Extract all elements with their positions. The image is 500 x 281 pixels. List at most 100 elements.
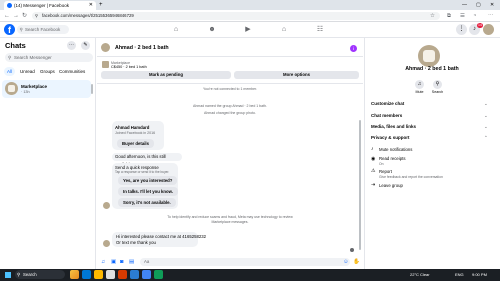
- chat-subtitle: · 13h: [21, 90, 30, 94]
- section-privacy-support[interactable]: Privacy & support: [371, 135, 410, 140]
- quick-reply-yes[interactable]: Yes, are you interested?: [118, 176, 178, 185]
- filter-communities[interactable]: Communities: [56, 67, 88, 76]
- chevron-down-icon[interactable]: ⌄: [484, 113, 488, 119]
- bell-off-icon: ♪: [371, 146, 374, 152]
- listing-title[interactable]: C$450 · 2 bed 1 bath: [111, 65, 147, 69]
- facebook-logo[interactable]: f: [4, 24, 15, 35]
- chevron-up-icon[interactable]: ⌃: [484, 135, 488, 141]
- watch-icon[interactable]: ▶: [242, 24, 254, 36]
- conversation-info-icon[interactable]: i: [350, 45, 357, 52]
- option-report[interactable]: Report: [379, 169, 392, 174]
- like-icon[interactable]: ✋: [353, 258, 360, 266]
- group-avatar: [418, 45, 440, 67]
- sticker-icon[interactable]: ◙: [120, 258, 123, 266]
- section-media-files[interactable]: Media, files and links: [371, 124, 416, 129]
- facebook-search-input[interactable]: ⚲ Search Facebook: [17, 25, 69, 34]
- search-icon: ⚲: [17, 272, 21, 277]
- microphone-icon[interactable]: ♫: [101, 258, 105, 266]
- app-icon[interactable]: [70, 270, 79, 279]
- messages-scrollbar[interactable]: [359, 120, 361, 250]
- maximize-button[interactable]: ▢: [476, 0, 481, 10]
- reload-icon[interactable]: ↻: [22, 10, 27, 22]
- option-mute-notifications[interactable]: Mute notifications: [379, 147, 412, 152]
- chat-list-scrollbar[interactable]: [91, 84, 93, 94]
- quick-reply-not-available[interactable]: Sorry, it's not available.: [118, 198, 176, 207]
- section-chat-members[interactable]: Chat members: [371, 113, 402, 118]
- filter-all[interactable]: All: [4, 67, 16, 76]
- language-indicator[interactable]: ENG: [455, 269, 464, 281]
- windows-start-icon[interactable]: [5, 272, 11, 278]
- edge-icon[interactable]: [82, 270, 91, 279]
- new-message-button[interactable]: ✎: [81, 41, 90, 50]
- back-icon[interactable]: ←: [4, 10, 10, 22]
- conversation-avatar[interactable]: [101, 43, 110, 52]
- bell-icon[interactable]: ♫: [415, 80, 424, 89]
- groups-icon[interactable]: ☷: [314, 24, 326, 36]
- profile-icon[interactable]: ◔: [473, 10, 476, 22]
- favorites-icon[interactable]: ☰: [460, 10, 465, 22]
- file-explorer-icon[interactable]: [94, 270, 103, 279]
- app-icon[interactable]: [154, 270, 163, 279]
- taskbar-search-input[interactable]: ⚲ Search: [15, 270, 65, 279]
- friends-icon[interactable]: ☻: [206, 24, 218, 36]
- chevron-down-icon[interactable]: ⌄: [484, 124, 488, 130]
- message-input-placeholder: Aa: [144, 259, 150, 264]
- seen-indicator: [350, 248, 354, 252]
- buyer-details-button[interactable]: Buyer details: [117, 139, 154, 148]
- url-field[interactable]: ⚲ facebook.com/messages/t/25155365946846…: [32, 12, 440, 20]
- mute-action-label: Mute: [415, 90, 424, 94]
- sender-avatar: [103, 202, 110, 209]
- minimize-button[interactable]: —: [462, 0, 467, 10]
- home-icon[interactable]: ⌂: [170, 24, 182, 36]
- message-input[interactable]: Aa: [140, 258, 350, 266]
- filter-unread[interactable]: Unread: [17, 67, 38, 76]
- close-window-button[interactable]: ✕: [490, 0, 494, 10]
- site-info-icon[interactable]: ⚲: [35, 12, 38, 20]
- image-icon[interactable]: ▣: [111, 258, 116, 266]
- facebook-search-placeholder: Search Facebook: [25, 27, 61, 32]
- app-icon[interactable]: [118, 270, 127, 279]
- filter-groups[interactable]: Groups: [37, 67, 58, 76]
- section-customize-chat[interactable]: Customize chat: [371, 101, 404, 106]
- message-text: Hi interested please contact me at 41652…: [116, 234, 207, 239]
- chat-options-button[interactable]: ⋯: [67, 41, 76, 50]
- browser-menu-icon[interactable]: ⋯: [488, 10, 494, 22]
- chrome-icon[interactable]: [142, 270, 151, 279]
- close-tab-icon[interactable]: ✕: [89, 1, 93, 10]
- search-icon: ⚲: [19, 27, 23, 32]
- chevron-down-icon[interactable]: ⌄: [484, 101, 488, 107]
- clock[interactable]: 9:00 PM: [472, 269, 487, 281]
- conversation-title[interactable]: Ahmad · 2 bed 1 bath: [115, 45, 169, 51]
- marketplace-icon[interactable]: ⌂: [278, 24, 290, 36]
- option-read-receipts[interactable]: Read receipts: [379, 156, 406, 161]
- weather-status[interactable]: 22°C Clear: [410, 269, 430, 281]
- messenger-search-input[interactable]: ⚲ Search Messenger: [5, 53, 93, 62]
- gif-icon[interactable]: ▤: [129, 258, 134, 266]
- notification-badge: 14: [477, 23, 483, 28]
- search-icon[interactable]: ⚲: [433, 80, 442, 89]
- option-leave-group[interactable]: Leave group: [379, 183, 403, 188]
- word-icon[interactable]: [130, 270, 139, 279]
- menu-grid-icon[interactable]: ⋮: [456, 24, 467, 35]
- listing-thumbnail[interactable]: [102, 61, 109, 68]
- messenger-search-placeholder: Search Messenger: [14, 55, 52, 60]
- mark-as-pending-button[interactable]: Mark as pending: [101, 71, 231, 79]
- facebook-favicon-icon: [7, 3, 12, 8]
- browser-tab[interactable]: (14) Messenger | Facebook ✕: [4, 1, 96, 10]
- quick-reply-in-talks[interactable]: In talks. I'll let you know.: [118, 187, 179, 196]
- forward-icon[interactable]: →: [13, 10, 19, 22]
- extensions-icon[interactable]: ⧉: [447, 10, 451, 22]
- quick-response-subtitle: Tap a response or send it to the buyer.: [115, 170, 170, 174]
- message-bubble: Good afternoon, is this still available?: [112, 153, 182, 167]
- account-avatar[interactable]: [483, 24, 494, 35]
- more-options-button[interactable]: More options: [234, 71, 359, 79]
- new-tab-button[interactable]: +: [99, 0, 103, 10]
- safety-note: To help identify and reduce scams and fr…: [167, 215, 293, 219]
- search-icon: ⚲: [8, 55, 12, 60]
- app-icon[interactable]: [106, 270, 115, 279]
- report-description: Give feedback and report the conversatio…: [379, 175, 443, 179]
- bookmark-star-icon[interactable]: ☆: [430, 10, 435, 22]
- tab-title: (14) Messenger | Facebook: [14, 3, 69, 8]
- chat-avatar: [5, 82, 18, 95]
- emoji-icon[interactable]: ☺: [343, 258, 349, 266]
